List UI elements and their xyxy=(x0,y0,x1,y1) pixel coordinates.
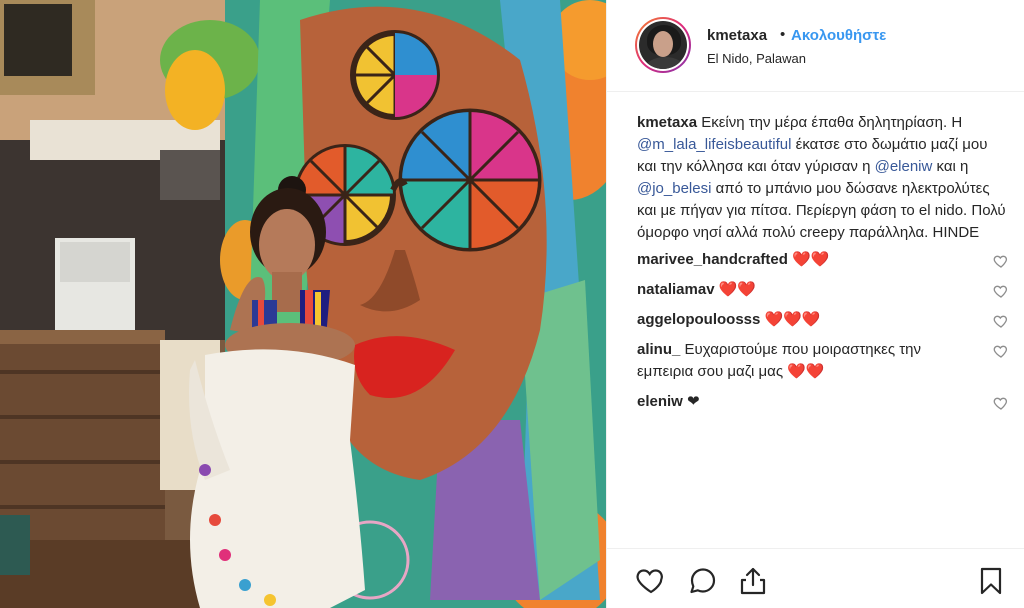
comment-text: ❤ xyxy=(682,393,700,410)
comment-item: alinu_ Ευχαριστούμε που μοιραστηκες την … xyxy=(637,339,1009,383)
heart-outline-icon[interactable] xyxy=(993,395,1009,411)
share-icon[interactable] xyxy=(737,565,769,597)
heart-outline-icon[interactable] xyxy=(993,253,1009,269)
bookmark-icon[interactable] xyxy=(975,565,1007,597)
author-username[interactable]: kmetaxa xyxy=(707,27,767,44)
comment-item: aggelopouloosss ❤️❤️❤️ xyxy=(637,309,1009,331)
comment-text: ❤️❤️❤️ xyxy=(760,311,821,328)
mention-link[interactable]: @jo_belesi xyxy=(637,180,711,197)
follow-button[interactable]: Ακολουθήστε xyxy=(791,27,886,44)
separator-dot: • xyxy=(780,26,786,43)
comment-username[interactable]: nataliamav xyxy=(637,281,715,298)
caption-text: Εκείνη την μέρα έπαθα δηλητηρίαση. Η xyxy=(697,114,963,131)
comment-username[interactable]: aggelopouloosss xyxy=(637,311,760,328)
post-location[interactable]: El Nido, Palawan xyxy=(707,51,806,66)
comment-item: eleniw ❤ xyxy=(637,391,1009,413)
post-photo[interactable] xyxy=(0,0,606,608)
caption-text: και η xyxy=(932,158,969,175)
comments-list: kmetaxa Εκείνη την μέρα έπαθα δηλητηρίασ… xyxy=(637,112,1009,413)
caption-username[interactable]: kmetaxa xyxy=(637,114,697,131)
comment-text: Ευχαριστούμε που μοιραστηκες την εμπειρι… xyxy=(637,341,922,380)
heart-outline-icon[interactable] xyxy=(993,343,1009,359)
heart-icon[interactable] xyxy=(635,565,667,597)
action-bar xyxy=(607,548,1024,608)
comment-username[interactable]: eleniw xyxy=(637,393,683,410)
comment-username[interactable]: marivee_handcrafted xyxy=(637,251,788,268)
mention-link[interactable]: @m_lala_lifeisbeautiful xyxy=(637,136,791,153)
comment-item: marivee_handcrafted ❤️❤️ xyxy=(637,249,1009,271)
mural-scene xyxy=(0,0,606,608)
speech-bubble-icon[interactable] xyxy=(687,565,719,597)
heart-outline-icon[interactable] xyxy=(993,283,1009,299)
profile-avatar[interactable] xyxy=(635,17,691,73)
post-side-panel: kmetaxa • Ακολουθήστε El Nido, Palawan k… xyxy=(606,0,1024,608)
comment-username[interactable]: alinu_ xyxy=(637,341,680,358)
heart-outline-icon[interactable] xyxy=(993,313,1009,329)
post-caption: kmetaxa Εκείνη την μέρα έπαθα δηλητηρίασ… xyxy=(637,112,1009,244)
comment-text: ❤️❤️ xyxy=(714,281,757,298)
post-header: kmetaxa • Ακολουθήστε El Nido, Palawan xyxy=(607,0,1024,92)
comment-item: nataliamav ❤️❤️ xyxy=(637,279,1009,301)
comment-text: ❤️❤️ xyxy=(787,251,830,268)
mention-link[interactable]: @eleniw xyxy=(875,158,933,175)
